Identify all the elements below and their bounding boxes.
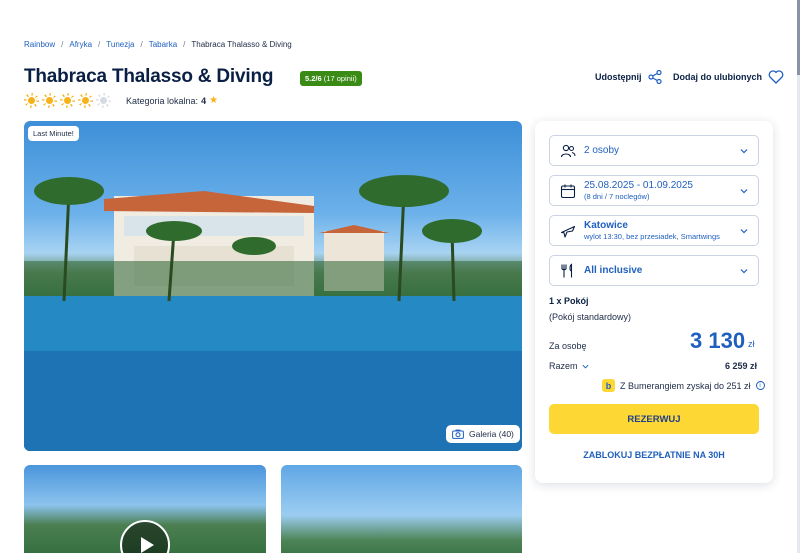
share-label: Udostępnij [595, 72, 642, 82]
last-minute-badge: Last Minute! [28, 126, 79, 141]
chevron-down-icon [740, 268, 748, 273]
sun-rating [24, 93, 111, 108]
block-free-button[interactable]: ZABLOKUJ BEZPŁATNIE NA 30H [549, 447, 759, 463]
plane-icon [560, 225, 576, 238]
persons-select[interactable]: 2 osoby [549, 135, 759, 166]
local-category: Kategoria lokalna: 4 ★ [126, 95, 218, 106]
calendar-icon [560, 184, 576, 198]
boomerang-text: Z Bumerangiem zyskaj do 251 zł [620, 380, 751, 391]
board-value: All inclusive [584, 265, 643, 276]
departure-value: Katowice [584, 220, 628, 231]
info-icon[interactable]: i [755, 381, 765, 390]
page-title: Thabraca Thalasso & Diving [24, 66, 274, 87]
total-label: Razem [549, 361, 578, 371]
breadcrumb-separator: / [140, 40, 143, 49]
heart-icon [768, 70, 784, 84]
chevron-down-icon [582, 364, 589, 369]
price-per-person: 3 130 [690, 328, 746, 353]
hotel-photo-illustration [24, 175, 522, 451]
breadcrumb-separator: / [61, 40, 64, 49]
breadcrumb-link-tabarka[interactable]: Tabarka [149, 40, 177, 49]
dates-select[interactable]: 25.08.2025 - 01.09.2025 (8 dni / 7 nocle… [549, 175, 759, 206]
persons-value: 2 osoby [584, 145, 620, 156]
dates-value: 25.08.2025 - 01.09.2025 [584, 180, 693, 191]
rating-score: 5.2/6 [305, 74, 322, 83]
sun-icon [78, 93, 93, 108]
sun-icon [24, 93, 39, 108]
local-category-label: Kategoria lokalna: [126, 95, 199, 106]
dates-sub: (8 dni / 7 noclegów) [584, 192, 650, 201]
cutlery-icon [561, 262, 573, 277]
camera-icon [452, 429, 464, 439]
sun-icon [60, 93, 75, 108]
chevron-down-icon [740, 148, 748, 153]
thumbnail-photo[interactable] [281, 465, 522, 553]
reserve-button[interactable]: REZERWUJ [549, 404, 759, 434]
departure-sub: wylot 13:30, bez przesiadek, Smartwings [584, 232, 720, 241]
breadcrumb-separator: / [183, 40, 186, 49]
rating-reviews: (17 opinii) [323, 74, 357, 83]
total-toggle[interactable]: Razem [549, 361, 589, 371]
room-type: (Pokój standardowy) [549, 312, 632, 322]
boomerang-logo: b [602, 379, 615, 392]
sun-empty-icon [96, 93, 111, 108]
board-select[interactable]: All inclusive [549, 255, 759, 286]
add-to-favorites-button[interactable]: Dodaj do ulubionych [673, 70, 784, 84]
sun-icon [42, 93, 57, 108]
hotel-main-photo[interactable] [24, 121, 522, 451]
rating-badge[interactable]: 5.2/6 (17 opinii) [300, 71, 362, 86]
room-count: 1 x Pokój [549, 296, 589, 306]
breadcrumb-link-afryka[interactable]: Afryka [69, 40, 92, 49]
share-button[interactable]: Udostępnij [595, 70, 662, 84]
breadcrumb-current: Thabraca Thalasso & Diving [191, 40, 292, 49]
chevron-down-icon [740, 188, 748, 193]
play-icon[interactable] [120, 520, 170, 553]
breadcrumb: Rainbow / Afryka / Tunezja / Tabarka / T… [24, 40, 292, 49]
people-icon [560, 144, 576, 157]
departure-select[interactable]: Katowice wylot 13:30, bez przesiadek, Sm… [549, 215, 759, 246]
breadcrumb-link-rainbow[interactable]: Rainbow [24, 40, 55, 49]
favorite-label: Dodaj do ulubionych [673, 72, 762, 82]
boomerang-info: b Z Bumerangiem zyskaj do 251 zł i [602, 379, 765, 392]
breadcrumb-link-tunezja[interactable]: Tunezja [106, 40, 134, 49]
star-icon: ★ [209, 95, 219, 106]
local-category-value: 4 [201, 95, 207, 106]
breadcrumb-separator: / [98, 40, 101, 49]
share-icon [647, 70, 662, 84]
price-currency: zł [748, 339, 755, 349]
gallery-label: Galeria (40) [469, 429, 514, 439]
per-person-label: Za osobę [549, 341, 587, 351]
chevron-down-icon [740, 228, 748, 233]
gallery-button[interactable]: Galeria (40) [446, 425, 520, 443]
total-value: 6 259 zł [725, 361, 758, 371]
